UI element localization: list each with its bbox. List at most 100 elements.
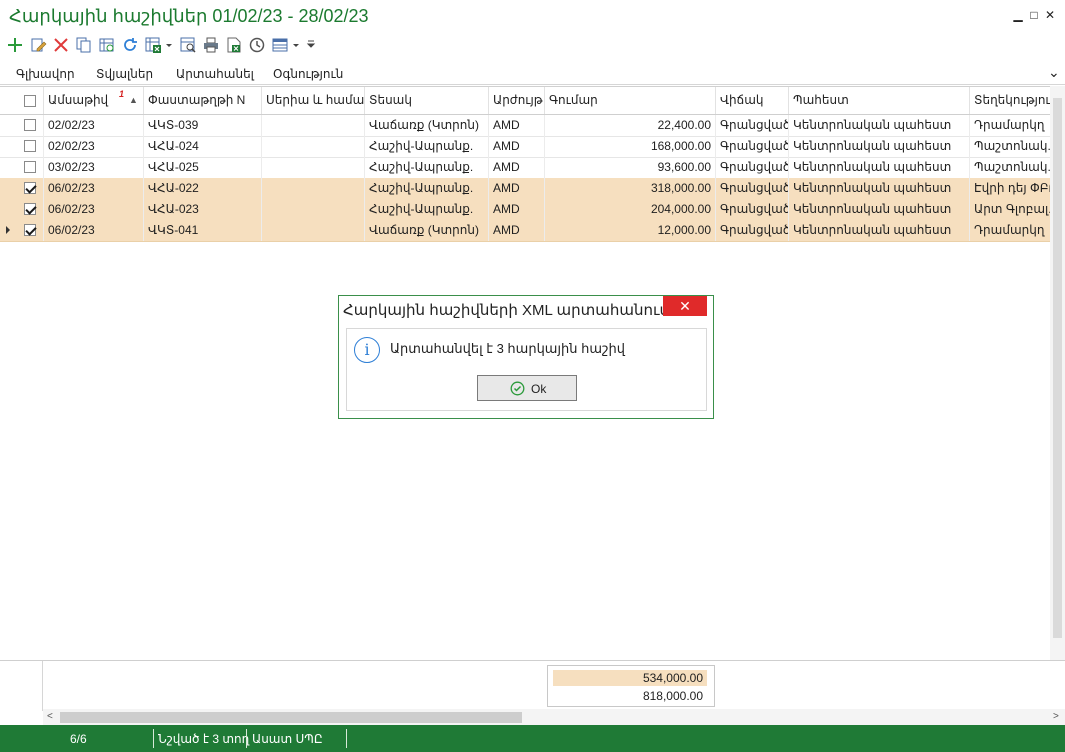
edit-icon[interactable] <box>29 36 47 54</box>
check-circle-icon <box>510 381 525 396</box>
cell-warehouse: Կենտրոնական պահեստ <box>788 199 969 220</box>
horizontal-scroll-thumb[interactable] <box>60 712 522 723</box>
table-row[interactable]: 06/02/23 ՎՀԱ-022 Հաշիվ-Ապրանք. AMD 318,0… <box>0 178 1050 200</box>
copy-icon[interactable] <box>75 36 93 54</box>
title-bar: Հարկային հաշիվներ 01/02/23 - 28/02/23 ▁ … <box>0 0 1065 34</box>
cell-currency: AMD <box>488 220 544 241</box>
cell-status: Գրանցված <box>715 115 788 136</box>
column-header-info[interactable]: Տեղեկություն <box>969 87 1050 114</box>
row-checkbox[interactable] <box>24 161 36 173</box>
column-header-amount[interactable]: Գումար <box>544 87 715 114</box>
cell-amount: 22,400.00 <box>544 115 715 136</box>
cell-amount: 168,000.00 <box>544 136 715 157</box>
cell-type: Հաշիվ-Ապրանք. <box>364 136 488 157</box>
table-row[interactable]: 03/02/23 ՎՀԱ-025 Հաշիվ-Ապրանք. AMD 93,60… <box>0 157 1050 179</box>
minimize-button[interactable]: ▁ <box>1011 8 1025 22</box>
close-window-button[interactable]: ✕ <box>1043 8 1057 22</box>
cell-amount: 318,000.00 <box>544 178 715 199</box>
cell-doc-number: ՎՀԱ-023 <box>143 199 261 220</box>
add-icon[interactable] <box>6 36 24 54</box>
column-header-type[interactable]: Տեսակ <box>364 87 488 114</box>
ok-button[interactable]: Ok <box>477 375 577 401</box>
cell-warehouse: Կենտրոնական պահեստ <box>788 157 969 178</box>
row-checkbox[interactable] <box>24 224 36 236</box>
column-header-doc-number[interactable]: Փաստաթղթի N <box>143 87 261 114</box>
column-header-currency[interactable]: Արժույթ <box>488 87 544 114</box>
cell-info: Դրամարկղ <box>969 220 1050 241</box>
cell-doc-number: ՎԿՏ-039 <box>143 115 261 136</box>
cell-type: Հաշիվ-Ապրանք. <box>364 157 488 178</box>
menu-bar: Գլխավոր Տվյալներ Արտահանել Օգնություն ⌄ <box>0 64 1065 85</box>
company-name: Ասատ ՍՊԸ <box>252 732 323 746</box>
cell-amount: 93,600.00 <box>544 157 715 178</box>
print-icon[interactable] <box>202 36 220 54</box>
ribbon-expand-icon[interactable]: ⌄ <box>1048 64 1060 81</box>
cell-doc-number: ՎՀԱ-024 <box>143 136 261 157</box>
toolbar <box>0 34 1065 58</box>
menu-item-main[interactable]: Գլխավոր <box>16 67 75 81</box>
horizontal-scrollbar[interactable]: < > <box>43 709 1065 725</box>
preview-icon[interactable] <box>179 36 197 54</box>
excel-icon[interactable] <box>225 36 243 54</box>
layout-icon[interactable] <box>271 36 289 54</box>
status-separator <box>346 729 347 748</box>
menu-item-help[interactable]: Օգնություն <box>273 67 343 81</box>
column-header-series[interactable]: Սերիա և համար <box>261 87 364 114</box>
dialog-close-button[interactable]: ✕ <box>663 296 707 316</box>
column-header-status[interactable]: Վիճակ <box>715 87 788 114</box>
table-row[interactable]: 06/02/23 ՎՀԱ-023 Հաշիվ-Ապրանք. AMD 204,0… <box>0 199 1050 221</box>
row-checkbox[interactable] <box>24 182 36 194</box>
ok-button-label: Ok <box>531 382 547 396</box>
menu-item-data[interactable]: Տվյալներ <box>96 67 153 81</box>
vertical-scrollbar[interactable] <box>1050 86 1065 660</box>
cell-type: Հաշիվ-Ապրանք. <box>364 178 488 199</box>
amount-summary: 534,000.00 818,000.00 <box>547 665 715 707</box>
cell-warehouse: Կենտրոնական պահեստ <box>788 178 969 199</box>
grid-header: Ամսաթիվ 1 ▲ Փաստաթղթի N Սերիա և համար Տե… <box>0 87 1050 115</box>
dropdown-arrow-icon[interactable] <box>164 36 174 54</box>
cell-type: Վաճառք (Կտրոն) <box>364 115 488 136</box>
cell-info: Դրամարկղ <box>969 115 1050 136</box>
cell-info: Էվրի դեյ ՓԲԸ <box>969 178 1050 199</box>
vertical-scroll-thumb[interactable] <box>1053 98 1062 638</box>
footer-divider <box>42 661 43 711</box>
cell-date: 02/02/23 <box>43 136 143 157</box>
scroll-right-icon[interactable]: > <box>1053 711 1059 722</box>
reload-icon[interactable] <box>121 36 139 54</box>
window-title: Հարկային հաշիվներ 01/02/23 - 28/02/23 <box>9 6 369 26</box>
delete-icon[interactable] <box>52 36 70 54</box>
cell-currency: AMD <box>488 157 544 178</box>
cell-series <box>261 157 364 178</box>
cell-amount: 204,000.00 <box>544 199 715 220</box>
selected-sum: 534,000.00 <box>553 670 707 686</box>
scroll-left-icon[interactable]: < <box>47 711 53 722</box>
export-dialog: Հարկային հաշիվների XML արտահանում ✕ i Ար… <box>338 295 714 419</box>
select-all-checkbox[interactable] <box>24 95 36 107</box>
overflow-icon[interactable] <box>306 36 316 54</box>
table-row[interactable]: 02/02/23 ՎՀԱ-024 Հաշիվ-Ապրանք. AMD 168,0… <box>0 136 1050 158</box>
cell-info: Արտ Գլոբալ... <box>969 199 1050 220</box>
table-row[interactable]: 02/02/23 ՎԿՏ-039 Վաճառք (Կտրոն) AMD 22,4… <box>0 115 1050 137</box>
cell-warehouse: Կենտրոնական պահեստ <box>788 115 969 136</box>
row-checkbox[interactable] <box>24 119 36 131</box>
cell-doc-number: ՎՀԱ-025 <box>143 157 261 178</box>
maximize-button[interactable]: □ <box>1027 8 1041 22</box>
dropdown-arrow-icon[interactable] <box>291 36 301 54</box>
column-header-date[interactable]: Ամսաթիվ 1 ▲ <box>43 87 143 114</box>
excel-export-icon[interactable] <box>144 36 162 54</box>
totals-footer: 534,000.00 818,000.00 <box>0 660 1065 711</box>
menu-item-export[interactable]: Արտահանել <box>176 67 254 81</box>
row-checkbox[interactable] <box>24 203 36 215</box>
status-separator <box>246 729 247 748</box>
cell-series <box>261 136 364 157</box>
history-icon[interactable] <box>248 36 266 54</box>
column-header-warehouse[interactable]: Պահեստ <box>788 87 969 114</box>
status-bar: 6/6 Նշված է 3 տող Ասատ ՍՊԸ <box>0 725 1065 752</box>
table-row[interactable]: 06/02/23 ՎԿՏ-041 Վաճառք (Կտրոն) AMD 12,0… <box>0 220 1050 242</box>
dialog-message: Արտահանվել է 3 հարկային հաշիվ <box>390 341 625 356</box>
refresh-table-icon[interactable] <box>98 36 116 54</box>
cell-info: Պաշտոնակ... <box>969 136 1050 157</box>
status-separator <box>153 729 154 748</box>
sort-ascending-icon: ▲ <box>129 95 138 105</box>
row-checkbox[interactable] <box>24 140 36 152</box>
